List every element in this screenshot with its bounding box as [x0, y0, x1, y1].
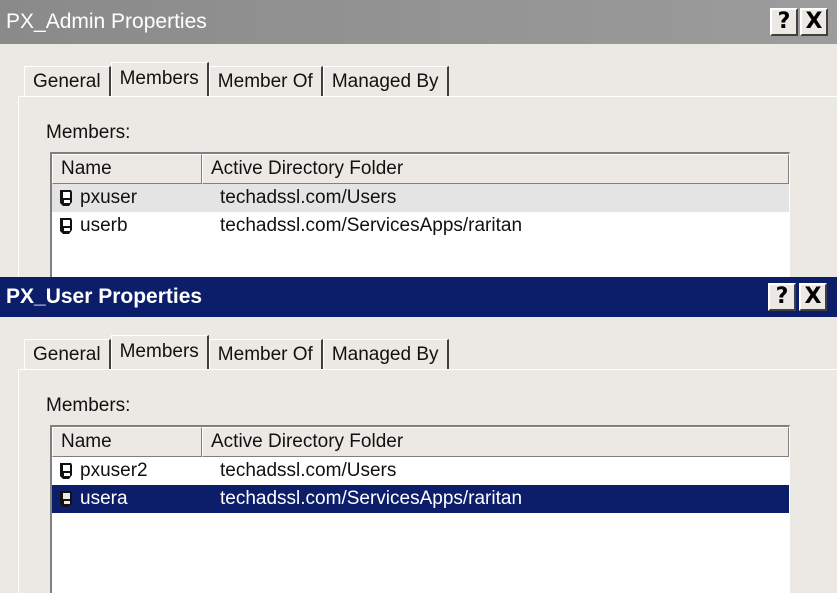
member-name: usera — [80, 485, 128, 513]
list-header: Name Active Directory Folder — [52, 427, 789, 457]
members-label: Members: — [46, 395, 131, 416]
members-list[interactable]: Name Active Directory Folder pxuser tech… — [50, 152, 790, 277]
list-item-selected[interactable]: usera techadssl.com/ServicesApps/raritan — [52, 485, 789, 513]
member-name: pxuser — [80, 187, 138, 208]
member-folder: techadssl.com/Users — [220, 460, 397, 481]
user-icon — [58, 490, 74, 508]
member-folder: techadssl.com/Users — [220, 187, 397, 208]
list-header: Name Active Directory Folder — [52, 154, 789, 184]
member-name: userb — [80, 215, 128, 236]
close-button[interactable]: X — [799, 283, 827, 311]
tab-members[interactable]: Members — [110, 335, 209, 369]
help-button[interactable]: ? — [770, 8, 798, 36]
px-admin-properties-dialog: PX_Admin Properties ? X General Members … — [0, 0, 837, 277]
members-list[interactable]: Name Active Directory Folder pxuser2 tec… — [50, 425, 790, 593]
tab-members[interactable]: Members — [110, 62, 209, 96]
title-bar[interactable]: PX_User Properties — [0, 277, 837, 317]
window-title: PX_Admin Properties — [6, 10, 207, 33]
close-button[interactable]: X — [800, 8, 828, 36]
list-item[interactable]: userb techadssl.com/ServicesApps/raritan — [52, 212, 789, 240]
tab-member-of[interactable]: Member Of — [208, 66, 323, 96]
user-icon — [58, 462, 74, 480]
user-icon — [58, 217, 74, 235]
tab-strip: General Members Member Of Managed By — [24, 62, 449, 96]
list-item[interactable]: pxuser2 techadssl.com/Users — [52, 457, 789, 485]
list-item[interactable]: pxuser techadssl.com/Users — [52, 184, 789, 212]
column-header-folder[interactable]: Active Directory Folder — [202, 154, 789, 184]
column-header-name[interactable]: Name — [52, 154, 202, 184]
member-folder: techadssl.com/ServicesApps/raritan — [220, 488, 523, 509]
tab-member-of[interactable]: Member Of — [208, 339, 323, 369]
member-name: pxuser2 — [80, 460, 148, 481]
column-header-name[interactable]: Name — [52, 427, 202, 457]
title-bar[interactable]: PX_Admin Properties — [0, 0, 837, 44]
tab-general[interactable]: General — [24, 339, 111, 369]
tab-managed-by[interactable]: Managed By — [322, 66, 449, 96]
tab-general[interactable]: General — [24, 66, 111, 96]
members-label: Members: — [46, 122, 131, 143]
px-user-properties-dialog: PX_User Properties ? X General Members M… — [0, 277, 837, 593]
user-icon — [58, 189, 74, 207]
member-folder: techadssl.com/ServicesApps/raritan — [220, 215, 523, 236]
tab-managed-by[interactable]: Managed By — [322, 339, 449, 369]
help-button[interactable]: ? — [768, 283, 796, 311]
tab-strip: General Members Member Of Managed By — [24, 335, 449, 369]
column-header-folder[interactable]: Active Directory Folder — [202, 427, 789, 457]
window-title: PX_User Properties — [6, 285, 203, 308]
